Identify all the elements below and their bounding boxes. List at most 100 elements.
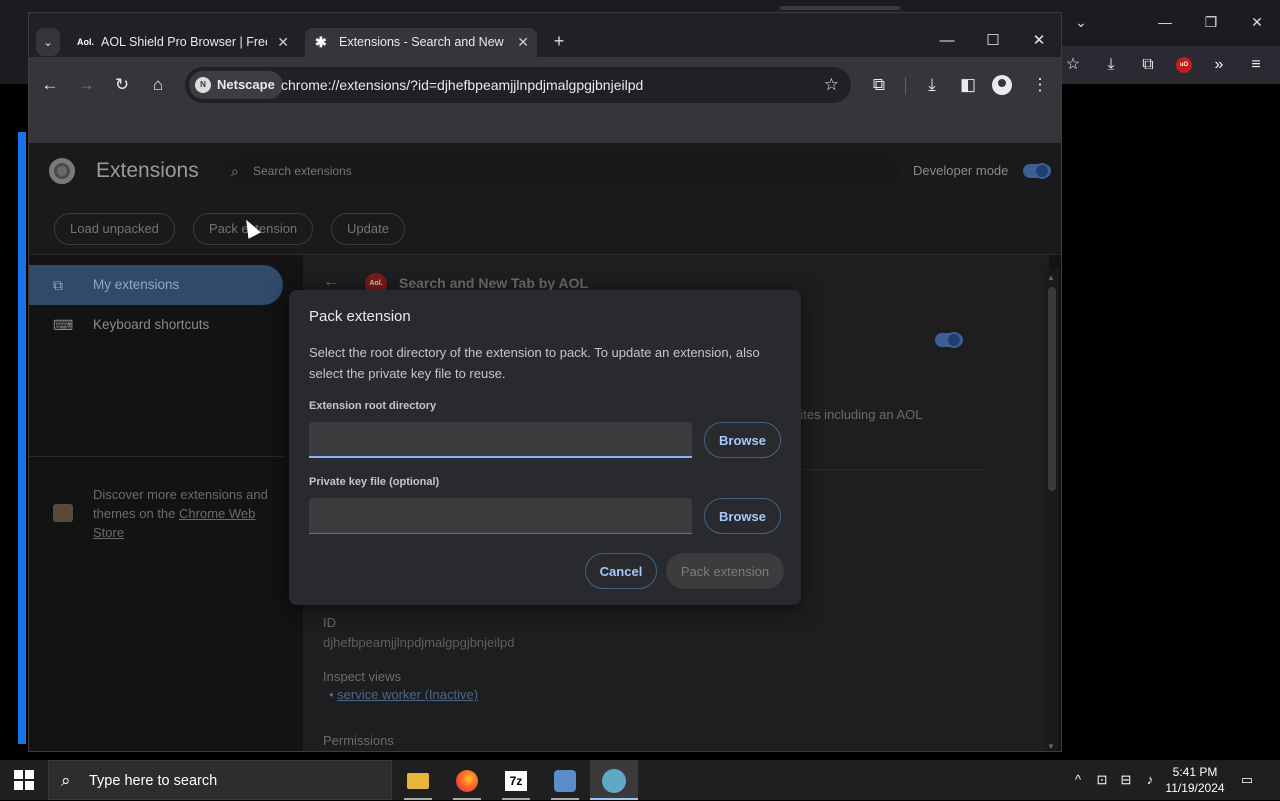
toolbar-extension-area [29, 113, 1061, 143]
netscape-icon [602, 769, 626, 794]
chrome-menu-icon[interactable]: ⋮ [1025, 70, 1055, 100]
search-placeholder: Search extensions [253, 164, 352, 178]
bookmark-star-icon[interactable]: ☆ [824, 67, 839, 103]
update-button[interactable]: Update [331, 213, 405, 245]
network-icon[interactable]: ⊟ [1116, 760, 1136, 800]
download-icon[interactable]: ⤓ [917, 70, 947, 100]
site-chip[interactable]: N Netscape [189, 71, 283, 99]
id-value: djhefbpeamjjlnpdjmalgpgjbnjeilpd [323, 635, 515, 650]
clock-date: 11/19/2024 [1165, 781, 1225, 795]
bg-tab-list-icon[interactable]: ⌄ [1058, 10, 1104, 34]
bg-menu-icon[interactable]: ≡ [1243, 52, 1269, 78]
sidebar-item-my-extensions[interactable]: ⧉ My extensions [29, 265, 283, 305]
extension-enable-toggle[interactable] [935, 332, 963, 348]
profile-avatar-icon[interactable] [992, 75, 1012, 95]
notifications-icon[interactable]: ▭ [1236, 760, 1258, 800]
scroll-up-icon[interactable]: ▲ [1047, 273, 1055, 282]
background-tab[interactable] [780, 6, 900, 10]
root-directory-input[interactable] [309, 422, 692, 458]
chrome-logo-icon [49, 158, 75, 184]
taskbar-search-placeholder: Type here to search [89, 773, 218, 789]
ublock-icon[interactable]: uO [1176, 57, 1192, 73]
back-arrow-icon[interactable]: ← [323, 273, 339, 291]
sidebar: ⧉ My extensions ⌨ Keyboard shortcuts Dis… [29, 255, 303, 751]
sidebar-divider [29, 456, 283, 457]
url-text[interactable]: chrome://extensions/?id=djhefbpeamjjlnpd… [281, 67, 643, 103]
bg-restore-icon[interactable]: ❐ [1188, 10, 1234, 34]
site-chip-label: Netscape [217, 77, 275, 92]
taskbar-search[interactable]: ⌕ Type here to search [48, 760, 392, 800]
tray-app-icon[interactable]: ⊡ [1092, 760, 1112, 800]
discover-text: Discover more extensions and themes on t… [93, 487, 268, 540]
clock[interactable]: 5:41 PM 11/19/2024 [1160, 764, 1230, 796]
tray-chevron-icon[interactable]: ^ [1068, 760, 1088, 800]
7zip-icon: 7z [505, 771, 527, 792]
private-key-input[interactable] [309, 498, 692, 534]
home-icon[interactable]: ⌂ [143, 70, 173, 100]
tab-label: Extensions - Search and New Tab [339, 35, 507, 49]
close-window-button[interactable]: ✕ [1019, 27, 1059, 55]
cancel-button[interactable]: Cancel [585, 553, 657, 589]
extensions-icon[interactable]: ⧉ [864, 70, 894, 100]
scroll-down-icon[interactable]: ▼ [1047, 742, 1055, 751]
bg-close-icon[interactable]: ✕ [1234, 10, 1280, 34]
tab-search-button[interactable]: ⌄ [36, 28, 60, 56]
browse-root-button[interactable]: Browse [704, 422, 781, 458]
maximize-button[interactable]: ☐ [973, 27, 1013, 55]
background-window-edge [18, 132, 26, 744]
firefox-icon [456, 770, 478, 793]
bg-extensions-icon[interactable]: ⧉ [1135, 52, 1161, 78]
id-label: ID [323, 615, 336, 630]
service-worker-link[interactable]: service worker (Inactive) [337, 687, 478, 702]
back-icon[interactable]: ← [35, 70, 65, 100]
tab-close-icon[interactable]: ✕ [277, 28, 289, 57]
scroll-thumb[interactable] [1048, 287, 1056, 491]
file-explorer-button[interactable] [394, 760, 442, 800]
forward-icon[interactable]: → [71, 70, 101, 100]
minimize-button[interactable]: — [927, 27, 967, 55]
extension-description: p sites including an AOL [783, 407, 923, 422]
7zip-button[interactable]: 7z [492, 760, 540, 800]
bg-minimize-icon[interactable]: — [1142, 10, 1188, 34]
tab-label: AOL Shield Pro Browser | Free [101, 35, 267, 49]
new-tab-button[interactable]: + [547, 29, 571, 53]
browse-key-button[interactable]: Browse [704, 498, 781, 534]
tab-aol-shield[interactable]: Aol. AOL Shield Pro Browser | Free ✕ [67, 28, 297, 57]
puzzle-favicon: ✱ [315, 34, 327, 50]
inspect-view-item: • service worker (Inactive) [329, 687, 479, 702]
private-key-label: Private key file (optional) [309, 476, 440, 488]
page-scrollbar[interactable]: ▲ ▼ [1045, 269, 1059, 751]
tab-extensions[interactable]: ✱ Extensions - Search and New Tab ✕ [305, 28, 537, 57]
desktop: ⌄ — ❐ ✕ ☆ ⤓ ⧉ uO » ≡ ⌄ Aol. AOL Shield P… [0, 0, 1280, 760]
windows-start-icon[interactable] [14, 770, 34, 790]
firefox-button[interactable] [443, 760, 491, 800]
toolbar: ← → ↻ ⌂ N Netscape chrome://extensions/?… [29, 57, 1061, 113]
omnibox[interactable]: N Netscape chrome://extensions/?id=djhef… [185, 67, 851, 103]
bg-overflow-icon[interactable]: » [1206, 52, 1232, 78]
tabstrip: ⌄ Aol. AOL Shield Pro Browser | Free ✕ ✱… [29, 13, 1061, 57]
pack-extension-submit-button[interactable]: Pack extension [666, 553, 784, 589]
extension-name: Search and New Tab by AOL [399, 275, 589, 291]
developer-mode-toggle[interactable] [1023, 163, 1051, 179]
sidebar-item-label: Keyboard shortcuts [93, 317, 210, 332]
network-app-button[interactable] [541, 760, 589, 800]
volume-icon[interactable]: ♪ [1140, 760, 1160, 800]
bg-star-icon[interactable]: ☆ [1060, 52, 1086, 78]
search-icon: ⌕ [231, 163, 239, 179]
web-store-icon [53, 504, 73, 522]
puzzle-icon: ⧉ [53, 277, 63, 293]
clock-time: 5:41 PM [1172, 765, 1218, 779]
side-panel-icon[interactable]: ◧ [953, 70, 983, 100]
tab-close-icon[interactable]: ✕ [517, 28, 529, 57]
page-title: Extensions [96, 159, 199, 182]
netscape-icon: N [195, 77, 211, 93]
search-extensions-field[interactable]: ⌕ Search extensions [225, 155, 899, 187]
reload-icon[interactable]: ↻ [107, 70, 137, 100]
bg-download-icon[interactable]: ⤓ [1098, 52, 1124, 78]
root-directory-label: Extension root directory [309, 400, 437, 412]
developer-actions-bar: Load unpacked Pack extension Update [29, 199, 1061, 255]
netscape-button[interactable] [590, 760, 638, 800]
load-unpacked-button[interactable]: Load unpacked [54, 213, 175, 245]
permissions-label: Permissions [323, 733, 394, 748]
sidebar-item-keyboard-shortcuts[interactable]: ⌨ Keyboard shortcuts [29, 305, 283, 345]
